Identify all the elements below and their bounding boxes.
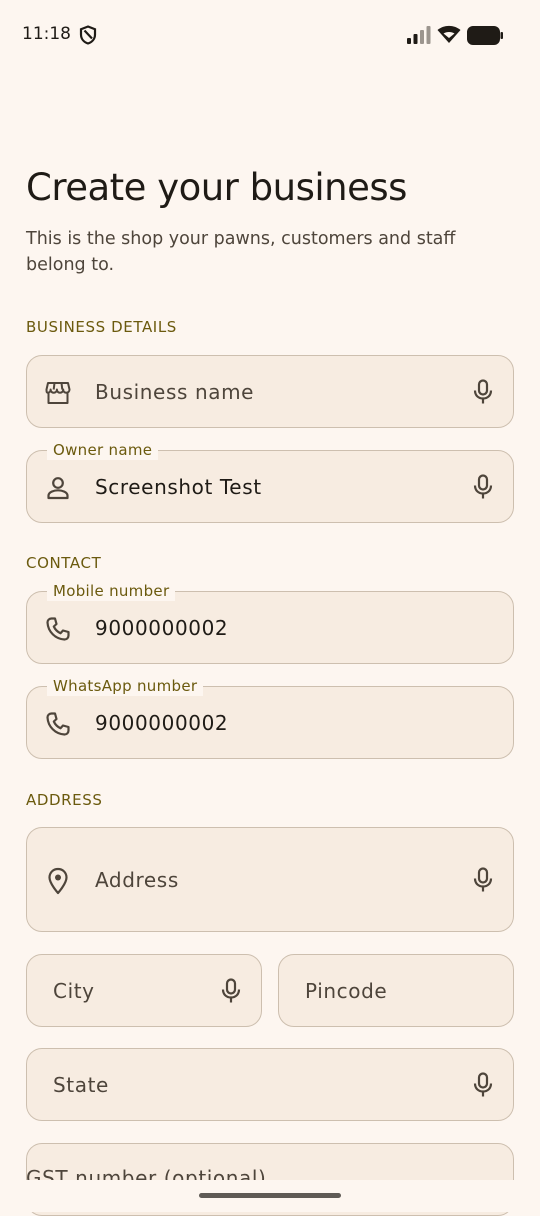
business-name-field[interactable]: Business name: [26, 355, 514, 428]
mobile-number-label: Mobile number: [47, 581, 176, 601]
microphone-icon[interactable]: [472, 379, 494, 409]
wifi-icon: [437, 24, 461, 48]
microphone-icon[interactable]: [220, 978, 242, 1008]
business-name-placeholder: Business name: [95, 380, 255, 404]
shield-icon: [79, 25, 97, 49]
section-heading-business-details: BUSINESS DETAILS: [26, 318, 177, 336]
whatsapp-number-value: 9000000002: [95, 711, 229, 735]
cellular-signal-icon: [407, 26, 431, 48]
owner-name-field[interactable]: Owner name Screenshot Test: [26, 440, 514, 523]
page-subtitle: This is the shop your pawns, customers a…: [26, 229, 456, 275]
pincode-field[interactable]: Pincode: [278, 954, 514, 1027]
phone-icon: [45, 711, 71, 741]
battery-icon: [467, 26, 503, 49]
mobile-number-value: 9000000002: [95, 616, 229, 640]
phone-icon: [45, 616, 71, 646]
page-title: Create your business: [26, 166, 407, 209]
location-pin-icon: [45, 867, 71, 899]
city-placeholder: City: [53, 979, 95, 1003]
section-heading-address: ADDRESS: [26, 791, 103, 809]
address-placeholder: Address: [95, 868, 179, 892]
mobile-number-field[interactable]: Mobile number 9000000002: [26, 581, 514, 664]
section-heading-contact: CONTACT: [26, 554, 102, 572]
city-field[interactable]: City: [26, 954, 262, 1027]
owner-name-label: Owner name: [47, 440, 159, 460]
person-icon: [45, 475, 71, 505]
storefront-icon: [45, 380, 71, 410]
status-time: 11:18: [22, 24, 71, 44]
pincode-placeholder: Pincode: [305, 979, 388, 1003]
owner-name-value: Screenshot Test: [95, 475, 262, 499]
state-field[interactable]: State: [26, 1048, 514, 1121]
microphone-icon[interactable]: [472, 1072, 494, 1102]
address-field[interactable]: Address: [26, 827, 514, 932]
status-bar: 11:18: [0, 0, 540, 70]
microphone-icon[interactable]: [472, 474, 494, 504]
microphone-icon[interactable]: [472, 867, 494, 897]
state-placeholder: State: [53, 1073, 109, 1097]
whatsapp-number-label: WhatsApp number: [47, 676, 204, 696]
whatsapp-number-field[interactable]: WhatsApp number 9000000002: [26, 676, 514, 759]
gesture-handle[interactable]: [199, 1193, 341, 1198]
